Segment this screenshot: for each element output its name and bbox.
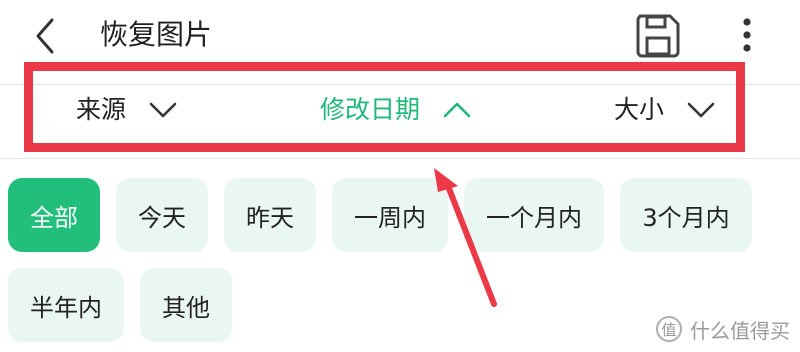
- chip-label: 全部: [30, 203, 78, 232]
- chip-yesterday[interactable]: 昨天: [224, 178, 316, 252]
- chip-within-half-year[interactable]: 半年内: [8, 268, 124, 342]
- chip-other[interactable]: 其他: [140, 268, 232, 342]
- sort-label: 来源: [76, 95, 127, 124]
- save-icon: [636, 14, 680, 58]
- chevron-down-icon: [687, 102, 715, 118]
- sort-by-size[interactable]: 大小: [614, 76, 716, 144]
- chip-label: 其他: [162, 293, 210, 322]
- sort-bar: 来源 修改日期 大小: [40, 76, 734, 144]
- chevron-down-icon: [149, 102, 177, 118]
- watermark: 值 什么值得买: [656, 314, 790, 344]
- divider: [0, 158, 800, 159]
- sort-by-source[interactable]: 来源: [76, 76, 178, 144]
- chevron-left-icon: [36, 18, 54, 54]
- chip-label: 3个月内: [642, 203, 730, 232]
- chevron-up-icon: [443, 102, 471, 118]
- watermark-logo-icon: 值: [656, 316, 682, 342]
- chip-label: 一周内: [354, 203, 426, 232]
- back-button[interactable]: [26, 14, 66, 58]
- watermark-text: 什么值得买: [690, 318, 790, 343]
- chip-label: 一个月内: [486, 203, 582, 232]
- chip-within-week[interactable]: 一周内: [332, 178, 448, 252]
- chip-label: 今天: [138, 203, 186, 232]
- chip-label: 半年内: [30, 293, 102, 322]
- app-header: 恢复图片: [0, 0, 800, 72]
- chip-label: 昨天: [246, 203, 294, 232]
- save-button[interactable]: [630, 10, 686, 60]
- sort-label: 大小: [614, 95, 665, 124]
- more-vertical-icon: [743, 18, 751, 52]
- more-options-button[interactable]: [734, 12, 760, 58]
- sort-label: 修改日期: [320, 95, 421, 124]
- sort-by-modified-date[interactable]: 修改日期: [320, 76, 472, 144]
- chip-all[interactable]: 全部: [8, 178, 100, 252]
- chip-within-3-months[interactable]: 3个月内: [620, 178, 752, 252]
- chip-today[interactable]: 今天: [116, 178, 208, 252]
- page-title: 恢复图片: [100, 18, 213, 51]
- chip-within-month[interactable]: 一个月内: [464, 178, 604, 252]
